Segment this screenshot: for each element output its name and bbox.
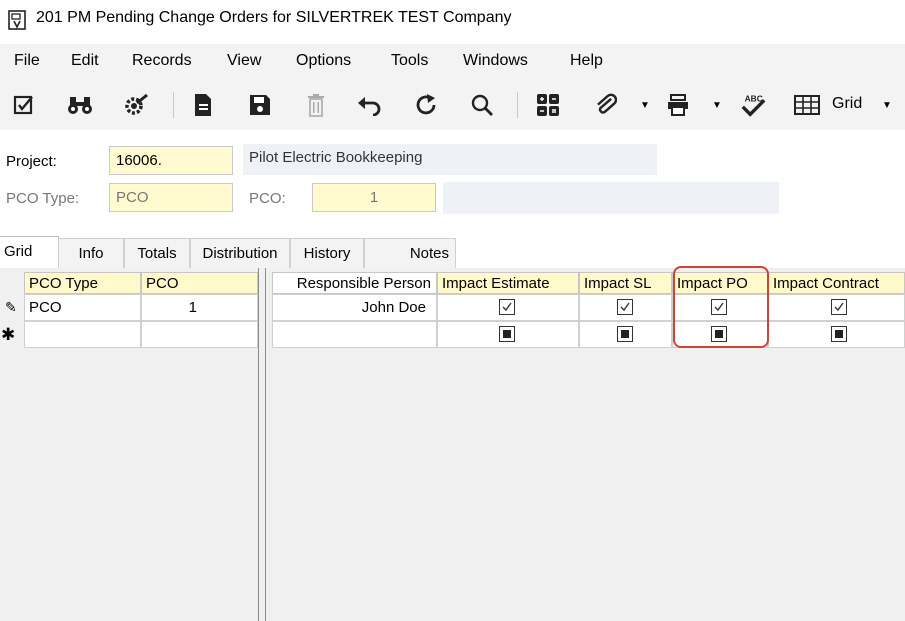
impact-sl-indeterminate-checkbox[interactable] — [617, 326, 633, 342]
impact-sl-checkbox[interactable] — [617, 299, 633, 315]
new-document-icon[interactable] — [189, 92, 217, 118]
impact-contract-checkbox[interactable] — [831, 299, 847, 315]
grid-view-icon[interactable] — [793, 92, 821, 118]
menu-file[interactable]: File — [14, 52, 40, 70]
tab-distribution[interactable]: Distribution — [190, 238, 290, 268]
project-field[interactable]: 16006. — [109, 146, 233, 175]
print-icon[interactable] — [664, 92, 692, 118]
calculator-icon[interactable] — [534, 92, 562, 118]
pco-description — [443, 182, 779, 214]
menu-bar: File Edit Records View Options Tools Win… — [0, 44, 905, 80]
pco-type-label: PCO Type: — [6, 190, 80, 207]
impact-po-highlight-box — [673, 266, 769, 348]
save-icon[interactable] — [246, 92, 274, 118]
impact-estimate-indeterminate-checkbox[interactable] — [499, 326, 515, 342]
delete-icon[interactable] — [302, 92, 330, 118]
project-description: Pilot Electric Bookkeeping — [243, 144, 657, 175]
cell-impact-contract[interactable] — [768, 294, 905, 321]
pane-splitter[interactable] — [258, 268, 266, 621]
new-row-pco[interactable] — [141, 321, 258, 348]
spellcheck-icon[interactable]: ABC — [739, 92, 767, 118]
pco-type-field[interactable]: PCO — [109, 183, 233, 212]
tab-strip: Grid Info Totals Distribution History No… — [0, 236, 905, 269]
svg-text:ABC: ABC — [745, 93, 763, 103]
header-pco-type[interactable]: PCO Type — [24, 272, 141, 294]
tab-totals[interactable]: Totals — [124, 238, 190, 268]
print-dropdown-icon[interactable]: ▼ — [712, 100, 722, 111]
menu-edit[interactable]: Edit — [71, 52, 99, 70]
new-row-impact-sl[interactable] — [579, 321, 672, 348]
cell-pco-type[interactable]: PCO — [24, 294, 141, 321]
menu-tools[interactable]: Tools — [391, 52, 428, 70]
tab-grid[interactable]: Grid — [0, 236, 59, 269]
tab-notes[interactable]: Notes — [364, 238, 456, 268]
project-label: Project: — [6, 153, 57, 170]
attachment-icon[interactable] — [592, 92, 620, 118]
title-bar: 201 PM Pending Change Orders for SILVERT… — [0, 0, 905, 42]
header-impact-sl[interactable]: Impact SL — [579, 272, 672, 294]
refresh-icon[interactable] — [412, 92, 440, 118]
window-title: 201 PM Pending Change Orders for SILVERT… — [36, 9, 512, 26]
menu-records[interactable]: Records — [132, 52, 192, 70]
tab-info[interactable]: Info — [58, 238, 124, 268]
header-pco[interactable]: PCO — [141, 272, 258, 294]
tab-history[interactable]: History — [290, 238, 364, 268]
header-responsible-person[interactable]: Responsible Person — [272, 272, 437, 294]
header-impact-contract[interactable]: Impact Contract — [768, 272, 905, 294]
toolbar-separator — [517, 92, 518, 118]
grid-view-label[interactable]: Grid — [832, 95, 862, 113]
cell-impact-estimate[interactable] — [437, 294, 579, 321]
menu-view[interactable]: View — [227, 52, 261, 70]
edit-row-pencil-icon: ✎ — [5, 299, 17, 315]
pco-field[interactable]: 1 — [312, 183, 436, 212]
pco-label: PCO: — [249, 190, 286, 207]
cell-pco[interactable]: 1 — [141, 294, 258, 321]
menu-options[interactable]: Options — [296, 52, 351, 70]
new-row-impact-estimate[interactable] — [437, 321, 579, 348]
grid-view-dropdown-icon[interactable]: ▼ — [882, 100, 892, 111]
settings-pencil-icon[interactable] — [122, 92, 150, 118]
cell-impact-sl[interactable] — [579, 294, 672, 321]
menu-windows[interactable]: Windows — [463, 52, 528, 70]
edit-check-icon[interactable] — [10, 92, 38, 118]
binoculars-icon[interactable] — [66, 92, 94, 118]
toolbar-separator — [173, 92, 174, 118]
cell-responsible-person[interactable]: John Doe — [272, 294, 437, 321]
app-icon — [8, 10, 26, 30]
new-row-impact-contract[interactable] — [768, 321, 905, 348]
undo-icon[interactable] — [356, 92, 384, 118]
toolbar: ▼ ▼ ABC Grid ▼ — [0, 80, 905, 130]
new-row-pco-type[interactable] — [24, 321, 141, 348]
impact-estimate-checkbox[interactable] — [499, 299, 515, 315]
impact-contract-indeterminate-checkbox[interactable] — [831, 326, 847, 342]
new-row-asterisk-icon: ✱ — [1, 325, 16, 344]
attachment-dropdown-icon[interactable]: ▼ — [640, 100, 650, 111]
search-icon[interactable] — [468, 92, 496, 118]
header-impact-estimate[interactable]: Impact Estimate — [437, 272, 579, 294]
menu-help[interactable]: Help — [570, 52, 603, 70]
new-row-responsible-person[interactable] — [272, 321, 437, 348]
